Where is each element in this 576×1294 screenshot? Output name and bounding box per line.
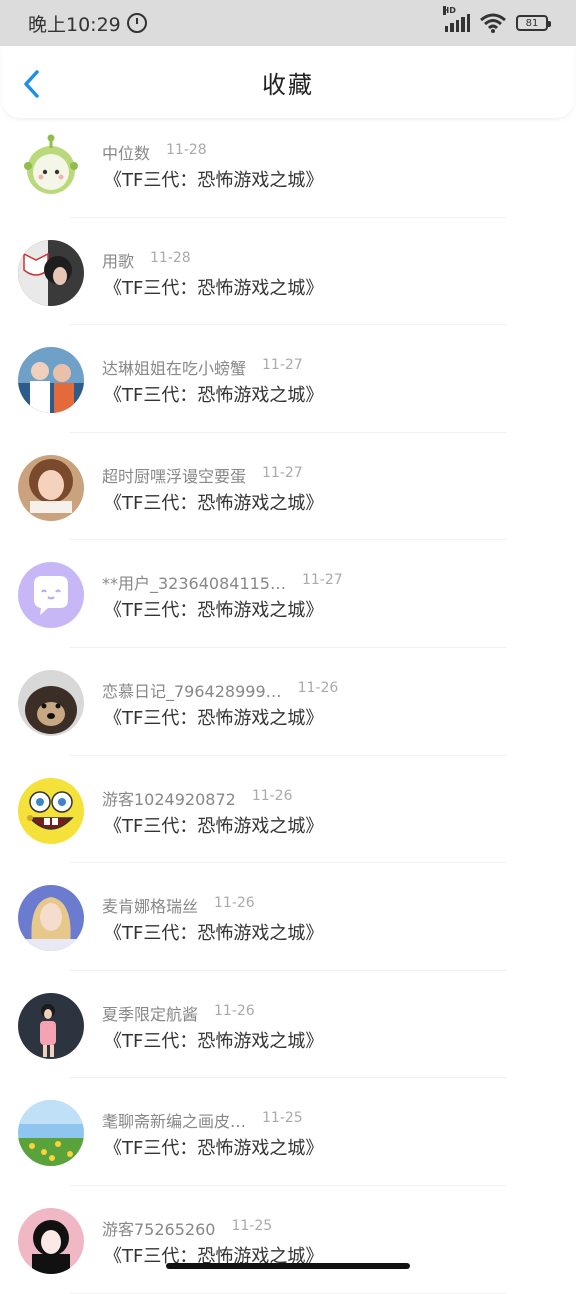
- list-item[interactable]: 恋慕日记_796428999… 11-26 《TF三代：恐怖游戏之城》: [0, 648, 576, 756]
- item-date: 11-27: [301, 572, 343, 589]
- favorite-title-link[interactable]: 《TF三代：恐怖游戏之城》: [104, 1027, 323, 1053]
- list-item[interactable]: 游客75265260 11-25 《TF三代：恐怖游戏之城》: [0, 1186, 576, 1294]
- nav-bar: 收藏: [2, 46, 574, 118]
- item-meta: 达琳姐姐在吃小螃蟹 11-27: [102, 355, 303, 379]
- item-meta: 麦肯娜格瑞丝 11-26: [102, 893, 255, 917]
- username: 达琳姐姐在吃小螃蟹: [102, 359, 247, 379]
- list-item[interactable]: 夏季限定航酱 11-26 《TF三代：恐怖游戏之城》: [0, 971, 576, 1079]
- username: 中位数: [102, 144, 151, 163]
- item-date: 11-28: [150, 249, 191, 266]
- avatar[interactable]: [18, 777, 84, 844]
- avatar[interactable]: [18, 669, 84, 736]
- avatar[interactable]: [18, 1207, 84, 1274]
- item-date: 11-26: [214, 1002, 255, 1019]
- avatar[interactable]: [18, 347, 84, 414]
- username: 超时厨嘿浮谩空要蛋: [102, 466, 247, 486]
- list-item[interactable]: **用户_32364084115… 11-27 《TF三代：恐怖游戏之城》: [0, 540, 576, 648]
- favorite-title-link[interactable]: 《TF三代：恐怖游戏之城》: [104, 381, 323, 407]
- chevron-left-icon[interactable]: [22, 70, 42, 98]
- item-date: 11-27: [262, 464, 303, 481]
- item-date: 11-28: [166, 142, 207, 158]
- alarm-icon: [126, 13, 147, 33]
- status-icons: HD 81: [442, 6, 551, 33]
- status-time-group: 晚上10:29: [28, 10, 147, 37]
- list-item[interactable]: 超时厨嘿浮谩空要蛋 11-27 《TF三代：恐怖游戏之城》: [0, 433, 576, 541]
- list-item[interactable]: 耄聊斋新编之画皮… 11-25 《TF三代：恐怖游戏之城》: [0, 1078, 576, 1186]
- list-item[interactable]: 游客1024920872 11-26 《TF三代：恐怖游戏之城》: [0, 756, 576, 864]
- item-meta: 游客1024920872 11-26: [102, 786, 293, 810]
- favorite-title-link[interactable]: 《TF三代：恐怖游戏之城》: [104, 919, 323, 945]
- list-item[interactable]: 中位数 11-28 《TF三代：恐怖游戏之城》: [0, 110, 576, 218]
- avatar[interactable]: [18, 454, 84, 521]
- page-title: 收藏: [262, 70, 314, 99]
- favorites-list: 中位数 11-28 《TF三代：恐怖游戏之城》 用歌 11-28 《TF三代：恐怖游戏之城…: [0, 110, 576, 1294]
- username: 恋慕日记_796428999…: [102, 681, 282, 701]
- item-meta: 耄聊斋新编之画皮… 11-25: [102, 1108, 303, 1132]
- cellular-signal-icon: HD: [442, 6, 470, 32]
- username: 游客75265260: [102, 1219, 216, 1239]
- avatar[interactable]: [18, 1100, 84, 1167]
- favorite-title-link[interactable]: 《TF三代：恐怖游戏之城》: [104, 166, 323, 192]
- item-meta: 中位数 11-28: [102, 140, 207, 164]
- home-indicator[interactable]: [166, 1263, 410, 1269]
- username: 耄聊斋新编之画皮…: [102, 1112, 247, 1132]
- network-label: HD: [442, 6, 456, 15]
- status-bar: 晚上10:29 HD 81: [0, 0, 576, 46]
- item-meta: 游客75265260 11-25: [102, 1216, 272, 1240]
- avatar[interactable]: [18, 992, 84, 1059]
- item-meta: 用歌 11-28: [102, 248, 191, 272]
- item-date: 11-25: [262, 1110, 303, 1127]
- item-meta: **用户_32364084115… 11-27: [102, 570, 343, 594]
- battery-icon: 81: [516, 15, 551, 31]
- favorite-title-link[interactable]: 《TF三代：恐怖游戏之城》: [104, 812, 323, 838]
- favorite-title-link[interactable]: 《TF三代：恐怖游戏之城》: [104, 596, 323, 622]
- avatar[interactable]: [18, 562, 84, 629]
- status-time: 晚上10:29: [28, 13, 121, 36]
- username: 麦肯娜格瑞丝: [102, 897, 199, 917]
- item-meta: 超时厨嘿浮谩空要蛋 11-27: [102, 463, 303, 487]
- favorite-title-link[interactable]: 《TF三代：恐怖游戏之城》: [104, 489, 323, 515]
- username: **用户_32364084115…: [102, 574, 286, 594]
- favorite-title-link[interactable]: 《TF三代：恐怖游戏之城》: [104, 274, 323, 300]
- item-date: 11-26: [214, 895, 255, 912]
- item-meta: 夏季限定航酱 11-26: [102, 1001, 255, 1025]
- divider: [70, 1292, 506, 1294]
- battery-level: 81: [525, 17, 539, 29]
- list-item[interactable]: 麦肯娜格瑞丝 11-26 《TF三代：恐怖游戏之城》: [0, 863, 576, 971]
- item-date: 11-26: [297, 679, 339, 696]
- favorite-title-link[interactable]: 《TF三代：恐怖游戏之城》: [104, 704, 323, 730]
- list-item[interactable]: 用歌 11-28 《TF三代：恐怖游戏之城》: [0, 218, 576, 326]
- wifi-icon: [480, 13, 506, 33]
- avatar[interactable]: [18, 239, 84, 306]
- avatar[interactable]: [18, 885, 84, 952]
- favorite-title-link[interactable]: 《TF三代：恐怖游戏之城》: [104, 1134, 323, 1160]
- item-meta: 恋慕日记_796428999… 11-26: [102, 678, 338, 702]
- username: 游客1024920872: [102, 789, 236, 809]
- list-item[interactable]: 达琳姐姐在吃小螃蟹 11-27 《TF三代：恐怖游戏之城》: [0, 325, 576, 433]
- username: 夏季限定航酱: [102, 1004, 199, 1024]
- item-date: 11-27: [262, 357, 303, 374]
- avatar[interactable]: [18, 132, 84, 198]
- item-date: 11-26: [251, 787, 293, 804]
- username: 用歌: [102, 251, 135, 271]
- item-date: 11-25: [231, 1217, 273, 1234]
